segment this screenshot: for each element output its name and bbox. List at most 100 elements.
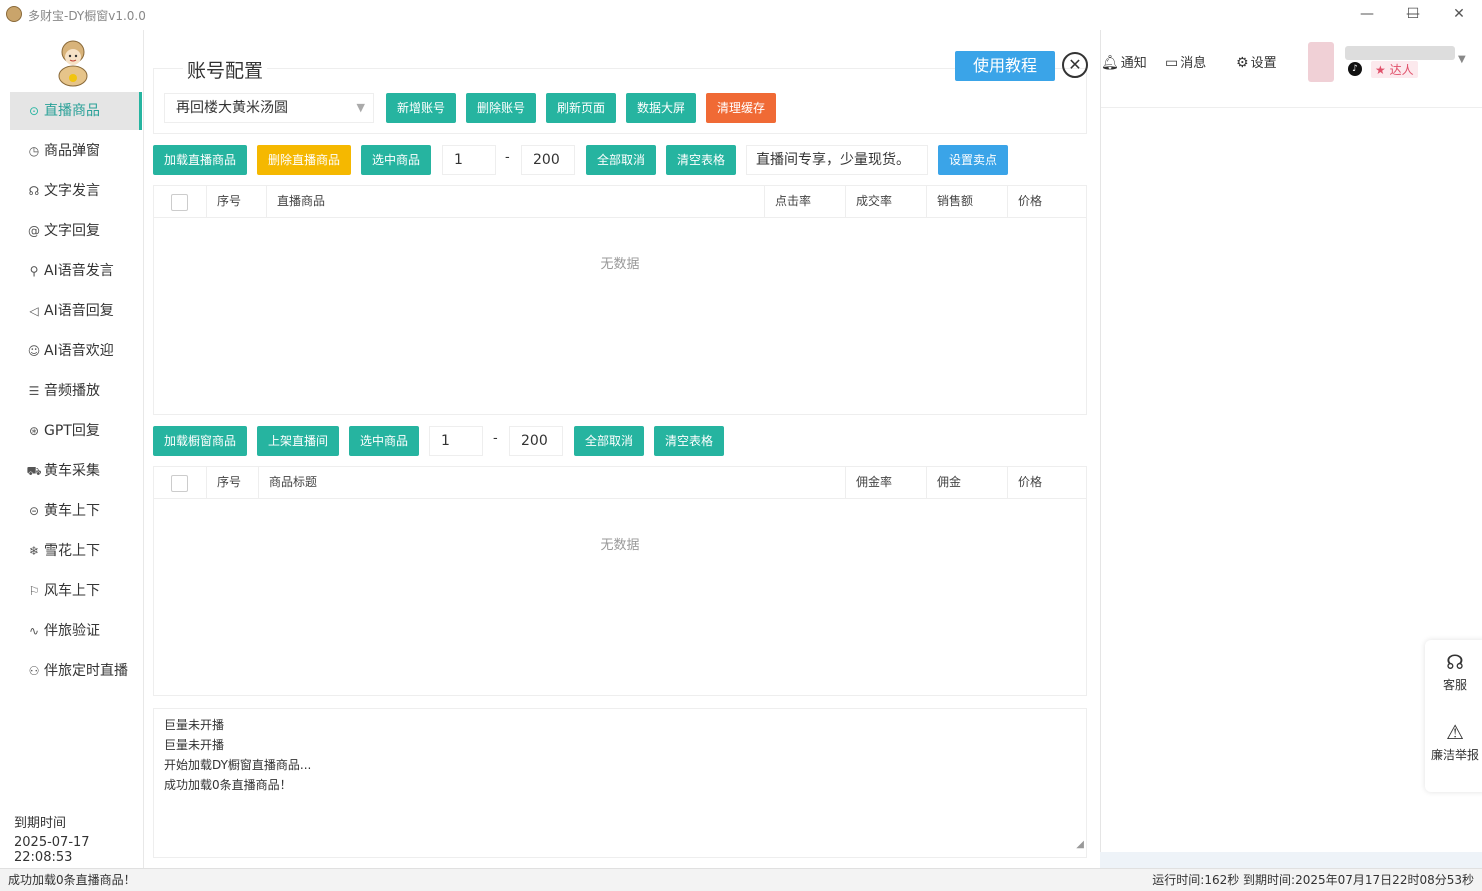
sidebar-item-11[interactable]: ❄ 雪花上下 <box>10 532 142 570</box>
data-screen-button[interactable]: 数据大屏 <box>626 93 696 123</box>
sidebar-item-label: 商品弹窗 <box>44 143 100 159</box>
account-select[interactable]: 再回楼大黄米汤圆 ▼ <box>164 93 374 123</box>
select-all-checkbox-2[interactable] <box>171 475 188 492</box>
sidebar-item-10[interactable]: ⊝ 黄车上下 <box>10 492 142 530</box>
load-live-products-button[interactable]: 加载直播商品 <box>153 145 247 175</box>
select-all-checkbox[interactable] <box>171 194 188 211</box>
sidebar-item-label: 直播商品 <box>44 103 100 119</box>
customer-service-button[interactable]: ☊ 客服 <box>1419 650 1482 693</box>
minimize-button-2[interactable]: — <box>1344 0 1390 30</box>
sidebar-item-label: 黄车上下 <box>44 503 100 519</box>
horizontal-scrollbar[interactable] <box>1100 852 1482 868</box>
load-window-products-button[interactable]: 加载橱窗商品 <box>153 426 247 456</box>
main-panel: 账号配置 使用教程 ✕ 再回楼大黄米汤圆 ▼ 新增账号 删除账号 刷新页面 数据… <box>145 30 1099 868</box>
expire-value: 2025-07-17 22:08:53 <box>14 835 90 865</box>
chevron-down-icon[interactable]: ▼ <box>1458 54 1466 65</box>
sidebar: ⊙ 直播商品 ◷ 商品弹窗 ☊ 文字发言 @ 文字回复 ⚲ AI语音发言 ◁ AI语音回复 ☺ AI语音欢… <box>0 30 144 868</box>
range-from-input[interactable]: 1 <box>442 145 496 175</box>
sidebar-item-6[interactable]: ☺ AI语音欢迎 <box>10 332 142 370</box>
column-header[interactable]: 成交率 <box>845 186 926 217</box>
sidebar-item-3[interactable]: @ 文字回复 <box>10 212 142 250</box>
set-selling-point-button[interactable]: 设置卖点 <box>938 145 1008 175</box>
delete-live-products-button[interactable]: 删除直播商品 <box>257 145 351 175</box>
clear-table-button-2[interactable]: 清空表格 <box>654 426 724 456</box>
column-header[interactable]: 佣金 <box>926 467 1007 498</box>
sidebar-item-4[interactable]: ⚲ AI语音发言 <box>10 252 142 290</box>
sidebar-item-icon: ⊙ <box>28 104 40 118</box>
right-header: 🔔︎ 通知 ▭ 消息 ⚙ 设置 ♪ ★ 达人 ▼ <box>1101 30 1482 108</box>
message-link[interactable]: ▭ 消息 <box>1165 52 1206 71</box>
chevron-down-icon: ▼ <box>356 101 365 114</box>
sidebar-item-1[interactable]: ◷ 商品弹窗 <box>10 132 142 170</box>
message-icon: ▭ <box>1165 55 1179 71</box>
sidebar-item-13[interactable]: ∿ 伴旅验证 <box>10 612 142 650</box>
add-account-button[interactable]: 新增账号 <box>386 93 456 123</box>
sidebar-item-icon: ☊ <box>28 184 40 198</box>
account-select-value: 再回楼大黄米汤圆 <box>176 100 288 116</box>
column-header[interactable]: 序号 <box>206 467 258 498</box>
bell-icon: 🔔︎ <box>1101 55 1119 71</box>
message-label: 消息 <box>1180 56 1207 71</box>
notify-link[interactable]: 🔔︎ 通知 <box>1101 52 1147 71</box>
live-table-header: 序号 直播商品 点击率 成交率 销售额 价格 <box>154 186 1086 218</box>
cancel-all-button[interactable]: 全部取消 <box>586 145 656 175</box>
range-to-input-2[interactable]: 200 <box>509 426 563 456</box>
empty-state-2: 无数据 <box>600 538 640 553</box>
status-message: 成功加载0条直播商品！ <box>8 873 136 887</box>
delete-account-button[interactable]: 删除账号 <box>466 93 536 123</box>
column-header[interactable]: 佣金率 <box>845 467 926 498</box>
column-header[interactable]: 价格 <box>1007 467 1088 498</box>
report-button[interactable]: ⚠ 廉洁举报 <box>1419 720 1482 763</box>
sidebar-item-icon: ⊛ <box>28 424 40 438</box>
select-products-button[interactable]: 选中商品 <box>361 145 431 175</box>
close-panel-icon[interactable]: ✕ <box>1062 52 1088 78</box>
log-line: 巨量未开播 <box>164 738 225 752</box>
clear-cache-button[interactable]: 清理缓存 <box>706 93 776 123</box>
refresh-page-button[interactable]: 刷新页面 <box>546 93 616 123</box>
sidebar-item-icon: ⛟ <box>26 464 42 478</box>
sidebar-item-icon: ❄ <box>28 544 40 558</box>
sidebar-item-14[interactable]: ⚇ 伴旅定时直播 <box>10 652 142 690</box>
resize-handle-icon[interactable]: ◢ <box>1076 835 1084 855</box>
sidebar-item-icon: ◁ <box>29 304 39 318</box>
settings-label: 设置 <box>1250 56 1277 71</box>
sidebar-item-label: 伴旅验证 <box>44 623 100 639</box>
column-header[interactable]: 销售额 <box>926 186 1007 217</box>
column-header[interactable]: 商品标题 <box>258 467 845 498</box>
maximize-button[interactable]: ☐ <box>1390 0 1436 30</box>
selling-point-input[interactable]: 直播间专享，少量现货。 <box>746 145 928 175</box>
column-header[interactable]: 直播商品 <box>266 186 764 217</box>
empty-state: 无数据 <box>600 257 640 272</box>
sidebar-item-8[interactable]: ⊛ GPT回复 <box>10 412 142 450</box>
settings-link[interactable]: ⚙ 设置 <box>1236 52 1277 71</box>
column-header[interactable]: 价格 <box>1007 186 1088 217</box>
clear-table-button[interactable]: 清空表格 <box>666 145 736 175</box>
cancel-all-button-2[interactable]: 全部取消 <box>574 426 644 456</box>
avatar[interactable] <box>1308 42 1334 82</box>
range-from-input-2[interactable]: 1 <box>429 426 483 456</box>
window-products-table: 序号 商品标题 佣金率 佣金 价格 无数据 <box>153 466 1087 696</box>
tutorial-button[interactable]: 使用教程 <box>955 51 1055 81</box>
gear-icon: ⚙ <box>1236 55 1249 71</box>
log-line: 开始加载DY橱窗直播商品... <box>164 758 312 772</box>
role-badge-label: 达人 <box>1389 63 1414 77</box>
sidebar-item-2[interactable]: ☊ 文字发言 <box>10 172 142 210</box>
sidebar-item-icon: @ <box>28 224 40 238</box>
window-title: 多财宝-DY橱窗v1.0.0 <box>28 9 146 23</box>
sidebar-item-label: 黄车采集 <box>44 463 100 479</box>
select-products-button-2[interactable]: 选中商品 <box>349 426 419 456</box>
list-to-live-button[interactable]: 上架直播间 <box>257 426 339 456</box>
range-to-input[interactable]: 200 <box>521 145 575 175</box>
report-label: 廉洁举报 <box>1430 748 1479 762</box>
sidebar-item-9[interactable]: ⛟ 黄车采集 <box>10 452 142 490</box>
floating-toolbar: ☊ 客服 ⚠ 廉洁举报 <box>1425 640 1482 792</box>
sidebar-item-12[interactable]: ⚐ 风车上下 <box>10 572 142 610</box>
sidebar-item-5[interactable]: ◁ AI语音回复 <box>10 292 142 330</box>
close-window-button[interactable]: ✕ <box>1436 0 1482 30</box>
sidebar-item-icon: ⚲ <box>29 264 39 278</box>
log-textarea[interactable]: 巨量未开播 巨量未开播 开始加载DY橱窗直播商品... 成功加载0条直播商品！ … <box>153 708 1087 858</box>
column-header[interactable]: 点击率 <box>764 186 845 217</box>
sidebar-item-0[interactable]: ⊙ 直播商品 <box>10 92 142 130</box>
column-header[interactable]: 序号 <box>206 186 266 217</box>
sidebar-item-7[interactable]: ☰ 音频播放 <box>10 372 142 410</box>
